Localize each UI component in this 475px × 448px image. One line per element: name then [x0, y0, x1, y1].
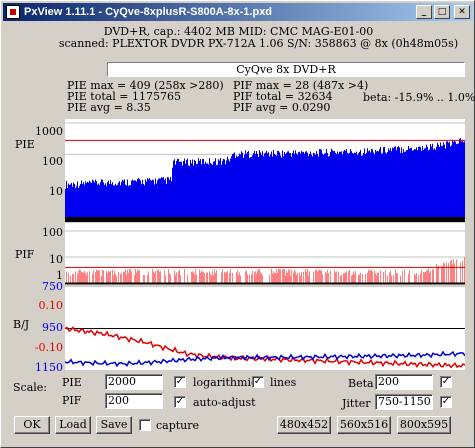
size-560x516-button[interactable]: 560x516 [337, 416, 391, 434]
bj-chart-svg [65, 326, 465, 369]
beta-checkbox[interactable]: ✓ [440, 376, 452, 388]
auto-adjust-checkbox[interactable]: ✓ [174, 396, 186, 408]
pie-baseline [65, 217, 465, 222]
pif-chart [65, 223, 465, 285]
pie-avg: PIE avg = 8.35 [67, 101, 151, 114]
jitter-tick-label: 950 [42, 321, 63, 334]
pie-scale-label: PIE [62, 376, 82, 389]
jitter-checkbox[interactable]: ✓ [440, 396, 452, 408]
pie-axis-label: PIE [15, 138, 35, 151]
beta-range: beta: -15.9% .. 1.0% (!) [363, 91, 475, 104]
load-button[interactable]: Load [55, 416, 91, 434]
pif-tick-label: 10 [49, 253, 63, 266]
jitter-tick-label: 1150 [35, 361, 63, 374]
jitter-scale-input[interactable]: 750-1150 [375, 394, 433, 410]
jitter-scale-label: Jitter [342, 397, 371, 410]
pie-chart [65, 119, 465, 222]
title-bar[interactable]: PxView 1.11.1 - CyQve-8xplusR-S800A-8x-1… [3, 3, 473, 21]
logarithmic-label: logarithmic [193, 376, 258, 389]
capture-checkbox[interactable] [139, 419, 151, 431]
app-icon [6, 5, 20, 19]
pif-scale-input[interactable]: 200 [105, 393, 163, 409]
jitter-tick-label: 750 [42, 280, 63, 293]
beta-tick-label: -0.10 [34, 341, 63, 354]
lines-checkbox[interactable]: ✓ [252, 376, 264, 388]
pie-scale-input[interactable]: 2000 [105, 374, 163, 390]
scale-label: Scale: [13, 381, 47, 394]
save-button[interactable]: Save [96, 416, 132, 434]
pif-chart-svg [65, 230, 465, 285]
disc-name-field[interactable]: CyQve 8x DVD+R [107, 62, 465, 77]
ok-button[interactable]: OK [14, 416, 50, 434]
pie-tick-label: 100 [42, 155, 63, 168]
window-title: PxView 1.11.1 - CyQve-8xplusR-S800A-8x-1… [24, 6, 273, 18]
auto-adjust-label: auto-adjust [193, 396, 256, 409]
pif-avg: PIF avg = 0.0290 [233, 101, 331, 114]
pxview-window: PxView 1.11.1 - CyQve-8xplusR-S800A-8x-1… [0, 0, 475, 448]
lines-label: lines [270, 376, 297, 389]
maximize-icon[interactable]: □ [434, 5, 450, 19]
pie-tick-label: 1000 [35, 125, 63, 138]
size-480x452-button[interactable]: 480x452 [277, 416, 331, 434]
scan-info: scanned: PLEXTOR DVDR PX-712A 1.06 S/N: … [58, 37, 459, 50]
jitter-series-line [65, 350, 465, 368]
pif-scale-label: PIF [62, 394, 82, 407]
pif-tick-label: 100 [42, 226, 63, 239]
minimize-icon[interactable]: _ [416, 5, 432, 19]
size-800x595-button[interactable]: 800x595 [397, 416, 451, 434]
close-icon[interactable]: ✕ [454, 5, 470, 19]
beta-tick-label: 0.10 [38, 299, 64, 312]
logarithmic-checkbox[interactable]: ✓ [174, 376, 186, 388]
capture-label: capture [156, 419, 200, 432]
beta-series-line [65, 326, 465, 369]
pie-tick-label: 10 [49, 185, 63, 198]
beta-scale-label: Beta [348, 377, 374, 390]
pie-chart-svg [65, 122, 465, 222]
beta-scale-input[interactable]: 200 [375, 374, 433, 390]
bj-chart [65, 287, 465, 370]
